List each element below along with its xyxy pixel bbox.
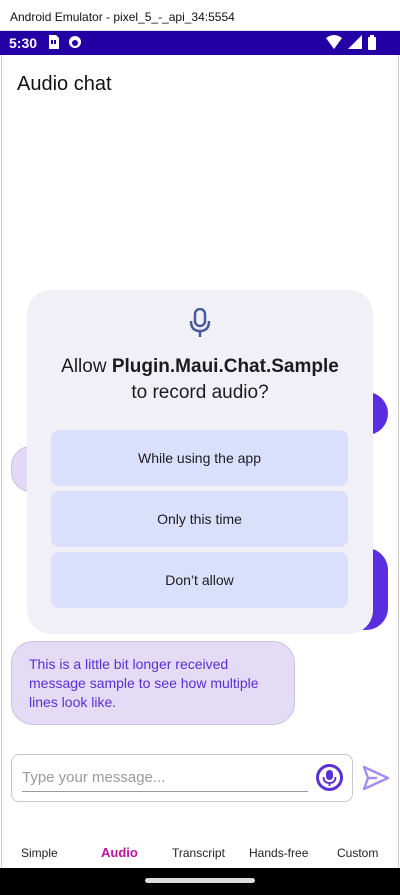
message-composer: Type your message...	[11, 754, 353, 802]
battery-icon	[368, 35, 376, 50]
received-message-bubble: This is a little bit longer received mes…	[11, 641, 295, 725]
message-input[interactable]: Type your message...	[22, 769, 165, 786]
tab-transcript[interactable]: Transcript	[172, 846, 225, 860]
tab-hands-free[interactable]: Hands-free	[249, 846, 308, 860]
microphone-icon	[322, 770, 337, 786]
tab-simple[interactable]: Simple	[21, 846, 58, 860]
home-gesture-handle[interactable]	[145, 878, 255, 883]
dialog-app-name: Plugin.Maui.Chat.Sample	[111, 356, 339, 377]
while-using-app-button[interactable]: While using the app	[51, 430, 348, 486]
only-this-time-button[interactable]: Only this time	[51, 491, 348, 547]
microphone-icon	[189, 308, 211, 337]
tab-custom[interactable]: Custom	[337, 846, 378, 860]
input-underline	[22, 791, 308, 792]
sim-card-icon	[49, 35, 59, 49]
status-time: 5:30	[9, 35, 38, 51]
record-audio-button[interactable]	[316, 764, 343, 791]
wifi-icon	[326, 35, 342, 49]
tab-audio[interactable]: Audio	[101, 845, 138, 860]
emulator-window-title: Android Emulator - pixel_5_-_api_34:5554	[0, 0, 400, 31]
navigation-bar	[0, 868, 400, 895]
dialog-title: Allow Plugin.Maui.Chat.Sample to record …	[27, 354, 373, 406]
dont-allow-button[interactable]: Don’t allow	[51, 552, 348, 608]
permission-dialog: Allow Plugin.Maui.Chat.Sample to record …	[27, 290, 373, 634]
signal-icon	[348, 35, 362, 49]
dialog-title-prefix: Allow	[61, 356, 112, 377]
app-notification-icon	[69, 36, 81, 48]
status-bar: 5:30	[0, 31, 400, 55]
send-icon[interactable]	[362, 765, 390, 791]
bottom-tab-bar: Simple Audio Transcript Hands-free Custo…	[1, 836, 399, 868]
dialog-title-suffix: to record audio?	[131, 382, 269, 403]
